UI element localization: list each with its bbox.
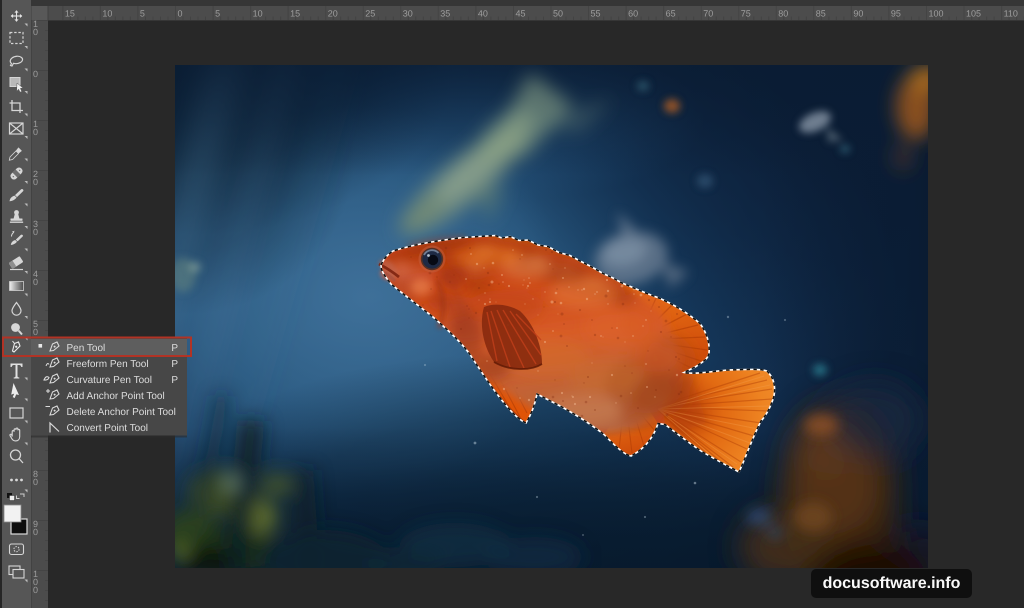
svg-text:35: 35 — [440, 9, 450, 19]
svg-text:0: 0 — [33, 277, 38, 287]
svg-text:15: 15 — [290, 9, 300, 19]
svg-text:55: 55 — [591, 9, 601, 19]
svg-text:10: 10 — [253, 9, 263, 19]
svg-text:10: 10 — [102, 9, 112, 19]
svg-text:30: 30 — [403, 9, 413, 19]
svg-text:P: P — [171, 375, 178, 386]
svg-text:65: 65 — [666, 9, 676, 19]
svg-text:110: 110 — [1004, 9, 1018, 19]
svg-text:P: P — [171, 343, 178, 354]
svg-text:0: 0 — [33, 585, 38, 595]
svg-text:Add Anchor Point Tool: Add Anchor Point Tool — [67, 391, 165, 402]
svg-text:15: 15 — [65, 9, 75, 19]
svg-text:60: 60 — [628, 9, 638, 19]
svg-text:0: 0 — [33, 177, 38, 187]
svg-text:45: 45 — [516, 9, 526, 19]
svg-text:20: 20 — [328, 9, 338, 19]
svg-text:Delete Anchor Point Tool: Delete Anchor Point Tool — [67, 407, 176, 418]
svg-text:5: 5 — [140, 9, 145, 19]
svg-text:75: 75 — [741, 9, 751, 19]
svg-text:100: 100 — [929, 9, 944, 19]
svg-text:85: 85 — [816, 9, 826, 19]
svg-text:80: 80 — [778, 9, 788, 19]
svg-text:25: 25 — [365, 9, 375, 19]
svg-text:0: 0 — [33, 527, 38, 537]
svg-text:0: 0 — [33, 477, 38, 487]
svg-text:0: 0 — [33, 227, 38, 237]
svg-text:105: 105 — [966, 9, 981, 19]
svg-text:Convert Point Tool: Convert Point Tool — [67, 423, 149, 434]
svg-text:0: 0 — [33, 27, 38, 37]
svg-text:Curvature Pen Tool: Curvature Pen Tool — [67, 375, 152, 386]
svg-text:95: 95 — [891, 9, 901, 19]
svg-text:Pen Tool: Pen Tool — [67, 343, 106, 354]
svg-text:5: 5 — [215, 9, 220, 19]
svg-text:P: P — [171, 359, 178, 370]
svg-text:90: 90 — [853, 9, 863, 19]
svg-text:40: 40 — [478, 9, 488, 19]
svg-text:70: 70 — [703, 9, 713, 19]
svg-text:50: 50 — [553, 9, 563, 19]
svg-text:0: 0 — [178, 9, 183, 19]
svg-text:0: 0 — [33, 127, 38, 137]
svg-text:Freeform Pen Tool: Freeform Pen Tool — [67, 359, 149, 370]
svg-text:0: 0 — [33, 69, 38, 79]
